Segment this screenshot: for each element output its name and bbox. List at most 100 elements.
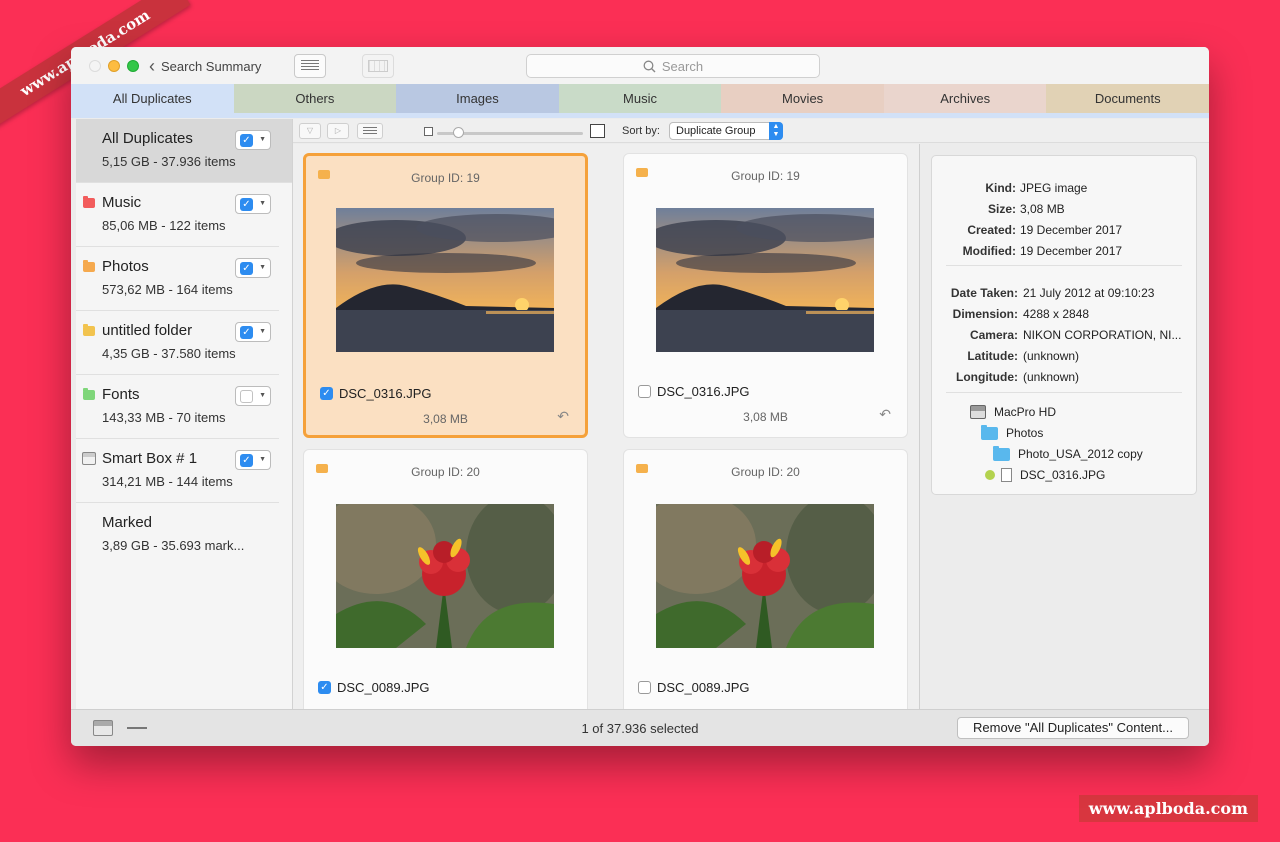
duplicate-card[interactable]: Group ID: 20 ✓ DSC_0089.JPG: [303, 449, 588, 709]
checkbox-checked[interactable]: ✓: [318, 681, 331, 694]
select-dropdown[interactable]: ▼: [235, 386, 271, 406]
sidebar-item-marked[interactable]: Marked 3,89 GB - 35.693 mark...: [76, 503, 279, 567]
reveal-icon[interactable]: ↶: [879, 406, 891, 423]
slider-knob[interactable]: [453, 127, 464, 138]
checkbox-unchecked[interactable]: [638, 681, 651, 694]
file-name: DSC_0089.JPG: [337, 680, 430, 695]
sidebar-item-summary: 573,62 MB - 164 items: [102, 282, 233, 297]
sidebar-item-untitled-folder[interactable]: untitled folder 4,35 GB - 37.580 items ✓…: [76, 311, 279, 375]
sidebar-item-name: Fonts: [102, 386, 140, 403]
sidebar-item-summary: 143,33 MB - 70 items: [102, 410, 226, 425]
checkbox-checked[interactable]: ✓: [240, 326, 253, 339]
duplicate-card[interactable]: Group ID: 20 DSC_0089.JPG: [623, 449, 908, 709]
select-dropdown[interactable]: ✓ ▼: [235, 194, 271, 214]
large-thumbnail-icon: [590, 124, 605, 138]
folder-icon: [83, 324, 95, 336]
folder-icon: [981, 424, 998, 440]
select-dropdown[interactable]: ✓ ▼: [235, 130, 271, 150]
sidebar-item-name: Photos: [102, 258, 149, 275]
sort-select[interactable]: Duplicate Group ▲ ▼: [669, 122, 783, 140]
list-icon: [363, 127, 377, 135]
select-dropdown[interactable]: ✓ ▼: [235, 322, 271, 342]
divider: [946, 392, 1182, 393]
sidebar-item-name: Music: [102, 194, 142, 211]
checkbox-checked[interactable]: ✓: [320, 387, 333, 400]
sidebar-item-photos[interactable]: Photos 573,62 MB - 164 items ✓ ▼: [76, 247, 279, 311]
info-key: Size:: [987, 202, 1016, 216]
select-dropdown[interactable]: ✓ ▼: [235, 450, 271, 470]
search-field[interactable]: Search: [526, 54, 820, 78]
file-name-row: DSC_0089.JPG: [638, 680, 750, 695]
flower-thumbnail: [656, 504, 874, 648]
group-id: Group ID: 19: [411, 171, 480, 185]
sidebar-item-name: untitled folder: [102, 322, 193, 339]
tab-documents[interactable]: Documents: [1046, 84, 1209, 113]
tab-movies[interactable]: Movies: [721, 84, 884, 113]
list-view-button[interactable]: [294, 54, 326, 78]
file-name-row: ✓ DSC_0089.JPG: [318, 680, 430, 695]
reveal-icon[interactable]: ↶: [557, 408, 569, 425]
detail-view-button[interactable]: [362, 54, 394, 78]
sidebar-item-name: Marked: [102, 514, 153, 531]
file-name: DSC_0316.JPG: [339, 386, 432, 401]
category-tabs: All Duplicates Others Images Music Movie…: [71, 84, 1209, 113]
sidebar-item-music[interactable]: Music 85,06 MB - 122 items ✓ ▼: [76, 183, 279, 247]
path-file[interactable]: DSC_0316.JPG: [985, 468, 1105, 482]
sidebar-item-summary: 85,06 MB - 122 items: [102, 218, 226, 233]
minimize-window-button[interactable]: [108, 60, 120, 72]
info-key: Longitude:: [956, 370, 1018, 384]
path-subfolder[interactable]: Photo_USA_2012 copy: [993, 445, 1143, 461]
info-key: Dimension:: [952, 307, 1018, 321]
path-disk[interactable]: MacPro HD: [970, 405, 1056, 419]
duplicate-card[interactable]: Group ID: 19 ✓ DSC_0316.JPG 3,08 MB ↶: [303, 153, 588, 438]
hard-disk-icon: [970, 405, 986, 419]
folder-icon: [993, 445, 1010, 461]
info-key: Latitude:: [967, 349, 1018, 363]
select-dropdown[interactable]: ✓ ▼: [235, 258, 271, 278]
zoom-window-button[interactable]: [127, 60, 139, 72]
sidebar-item-all-duplicates[interactable]: All Duplicates 5,15 GB - 37.936 items ✓ ▼: [76, 119, 292, 183]
checkbox-checked[interactable]: ✓: [240, 134, 253, 147]
divider: [946, 265, 1182, 266]
filter-button[interactable]: ▽: [299, 123, 321, 139]
path-label: MacPro HD: [994, 405, 1057, 419]
checkbox-checked[interactable]: ✓: [240, 198, 253, 211]
duplicate-card[interactable]: Group ID: 19 DSC_0316.JPG 3,08 MB ↶: [623, 153, 908, 438]
path-folder[interactable]: Photos: [981, 424, 1043, 440]
tab-archives[interactable]: Archives: [883, 84, 1047, 113]
close-window-button[interactable]: [89, 60, 101, 72]
titlebar: ‹ Search Summary Search: [71, 47, 1209, 84]
duplicates-grid: Group ID: 19 ✓ DSC_0316.JPG 3,08 MB ↶ Gro…: [293, 144, 920, 709]
checkbox-unchecked[interactable]: [240, 390, 253, 403]
watermark-bottom-text: www.aplboda.com: [1088, 799, 1248, 818]
folder-icon: [83, 196, 95, 208]
checkbox-checked[interactable]: ✓: [240, 262, 253, 275]
list-icon: [301, 60, 319, 72]
sidebar-item-summary: 314,21 MB - 144 items: [102, 474, 233, 489]
play-button[interactable]: ▷: [327, 123, 349, 139]
updown-icon: ▲ ▼: [769, 122, 783, 140]
folder-icon: [83, 388, 95, 400]
sidebar-item-fonts[interactable]: Fonts 143,33 MB - 70 items ▼: [76, 375, 279, 439]
sidebar-item-name: Smart Box # 1: [102, 450, 198, 467]
checkbox-checked[interactable]: ✓: [240, 454, 253, 467]
search-placeholder: Search: [661, 58, 704, 74]
checkbox-unchecked[interactable]: [638, 385, 651, 398]
info-key: Camera:: [969, 328, 1018, 342]
info-value: (unknown): [1023, 370, 1080, 384]
sidebar-item-smart-box[interactable]: Smart Box # 1 314,21 MB - 144 items ✓ ▼: [76, 439, 279, 503]
sort-value: Duplicate Group: [676, 125, 756, 137]
watermark-bottom: www.aplboda.com: [1078, 795, 1258, 822]
remove-content-button[interactable]: Remove "All Duplicates" Content...: [957, 717, 1189, 739]
chevron-down-icon: ▼: [259, 200, 266, 207]
back-button[interactable]: ‹ Search Summary: [149, 56, 261, 76]
file-name-row: ✓ DSC_0316.JPG: [320, 386, 432, 401]
info-value: (unknown): [1023, 349, 1080, 363]
sunset-thumbnail: [336, 208, 554, 352]
tab-images[interactable]: Images: [396, 84, 559, 113]
list-toggle-button[interactable]: [357, 123, 383, 139]
tab-music[interactable]: Music: [558, 84, 722, 113]
tab-others[interactable]: Others: [233, 84, 397, 113]
tab-all-duplicates[interactable]: All Duplicates: [71, 84, 234, 113]
file-name: DSC_0089.JPG: [657, 680, 750, 695]
